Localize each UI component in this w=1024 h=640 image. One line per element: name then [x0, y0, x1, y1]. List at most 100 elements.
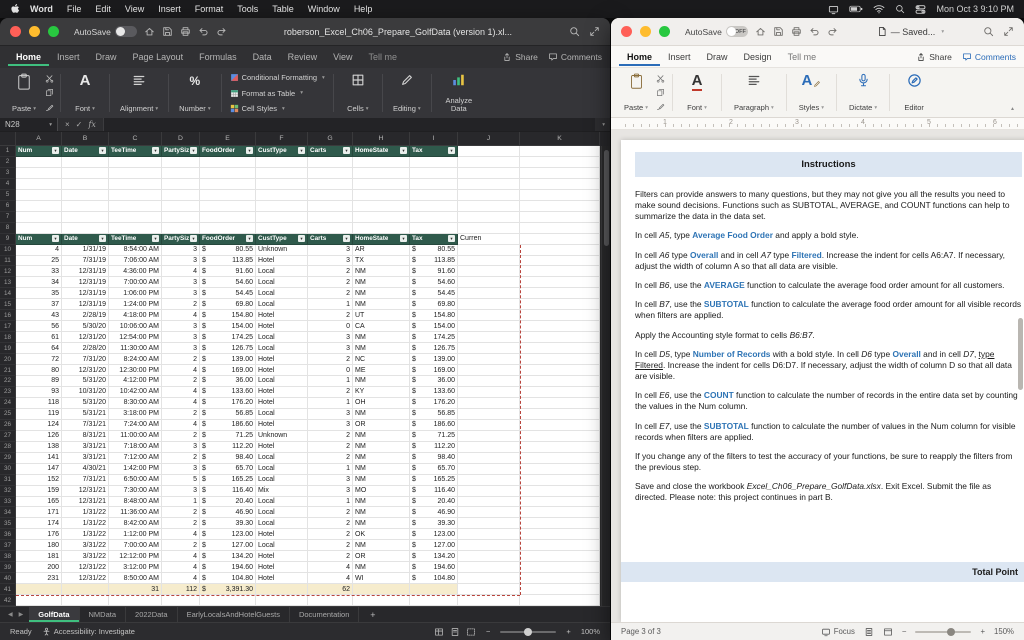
cell[interactable]: Hotel	[256, 310, 308, 322]
cell[interactable]: $169.00	[200, 365, 256, 377]
filter-icon[interactable]: ▾	[298, 147, 305, 155]
cell[interactable]	[410, 222, 458, 234]
cell[interactable]: $54.60	[410, 277, 458, 289]
cell[interactable]: Hotel	[256, 321, 308, 333]
table-header-carts[interactable]: Carts ▾	[308, 233, 353, 245]
filter-icon[interactable]: ▾	[152, 147, 159, 155]
cell[interactable]	[520, 200, 600, 212]
cell[interactable]: 7/31/20	[62, 354, 109, 366]
cell[interactable]	[62, 200, 109, 212]
cell[interactable]	[458, 474, 520, 486]
cell[interactable]: 4:12:00 PM	[109, 376, 162, 387]
cell[interactable]: $91.60	[410, 266, 458, 278]
cell[interactable]	[458, 376, 520, 387]
cell[interactable]	[520, 562, 600, 574]
cell[interactable]	[520, 288, 600, 300]
cell[interactable]: 4	[162, 386, 200, 398]
menu-item-view[interactable]: View	[118, 4, 151, 14]
cell[interactable]: 4	[308, 562, 353, 574]
enter-icon[interactable]: ✓	[76, 120, 83, 129]
cell[interactable]	[410, 211, 458, 223]
cell[interactable]: 3	[308, 255, 353, 267]
row-header-13[interactable]: 13	[0, 277, 16, 289]
cell[interactable]	[458, 288, 520, 300]
row-header-15[interactable]: 15	[0, 299, 16, 311]
menu-item-help[interactable]: Help	[347, 4, 380, 14]
word-tab-design[interactable]: Design	[736, 48, 780, 66]
zoom-window-button[interactable]	[659, 26, 670, 37]
cell[interactable]	[520, 441, 600, 453]
autosave-toggle[interactable]: AutoSave	[74, 26, 137, 37]
cell[interactable]: NM	[353, 540, 410, 552]
cell[interactable]: 3/31/21	[62, 452, 109, 464]
cell[interactable]	[109, 178, 162, 190]
formula-input[interactable]	[102, 118, 596, 131]
cell[interactable]: MO	[353, 485, 410, 497]
cell[interactable]	[353, 156, 410, 168]
cell[interactable]	[62, 595, 109, 606]
cell[interactable]: Hotel	[256, 573, 308, 585]
cell[interactable]: NM	[353, 332, 410, 344]
cell[interactable]: $112.20	[200, 441, 256, 453]
row-header-35[interactable]: 35	[0, 518, 16, 530]
cell[interactable]	[520, 386, 600, 398]
cell[interactable]	[410, 584, 458, 596]
cell[interactable]	[520, 321, 600, 333]
cell[interactable]: 12/31/20	[62, 365, 109, 377]
cell[interactable]: $126.75	[200, 343, 256, 355]
cell[interactable]: $36.00	[200, 376, 256, 387]
cell[interactable]: 2	[308, 277, 353, 289]
cell[interactable]: Hotel	[256, 397, 308, 409]
cell[interactable]	[520, 299, 600, 311]
row-header-21[interactable]: 21	[0, 365, 16, 377]
cell[interactable]: 3	[308, 408, 353, 420]
cell[interactable]	[458, 562, 520, 574]
cell[interactable]: 3	[308, 485, 353, 497]
cell[interactable]: 2	[308, 386, 353, 398]
cell[interactable]: NM	[353, 299, 410, 311]
cell[interactable]: 8:48:00 AM	[109, 496, 162, 508]
cell[interactable]	[410, 189, 458, 201]
cell[interactable]: Local	[256, 518, 308, 530]
col-header-b[interactable]: B	[62, 132, 109, 146]
cell[interactable]: 12/31/19	[62, 288, 109, 300]
cell[interactable]: 12/31/19	[62, 277, 109, 289]
cell[interactable]: 3	[162, 244, 200, 256]
select-all-corner[interactable]	[0, 132, 16, 146]
total-count[interactable]: 31	[109, 584, 162, 596]
menu-item-word[interactable]: Word	[23, 4, 60, 14]
sheet-tab-nmdata[interactable]: NMData	[80, 607, 127, 622]
row-header-41[interactable]: 41	[0, 584, 16, 596]
cell[interactable]: 1	[308, 397, 353, 409]
total-partysize[interactable]: 112	[162, 584, 200, 596]
cell[interactable]	[256, 200, 308, 212]
cell[interactable]: Local	[256, 332, 308, 344]
cell[interactable]: $39.30	[200, 518, 256, 530]
cut-icon[interactable]	[45, 74, 54, 83]
cell[interactable]	[458, 441, 520, 453]
cell[interactable]	[308, 200, 353, 212]
cell[interactable]: 4	[16, 244, 62, 256]
cell[interactable]: 2	[308, 266, 353, 278]
cell[interactable]: $65.70	[200, 463, 256, 475]
cell[interactable]	[162, 167, 200, 179]
cell[interactable]: 2	[308, 551, 353, 563]
undo-icon[interactable]	[809, 26, 820, 37]
cell[interactable]	[410, 178, 458, 190]
row-header-32[interactable]: 32	[0, 485, 16, 497]
cell[interactable]: OK	[353, 529, 410, 541]
cell[interactable]	[162, 595, 200, 606]
cell[interactable]: $80.55	[200, 244, 256, 256]
cell[interactable]: $104.80	[200, 573, 256, 585]
table-header-partysize[interactable]: PartySize▾	[162, 146, 200, 157]
cell[interactable]	[200, 189, 256, 201]
cell[interactable]: $80.55	[410, 244, 458, 256]
apple-menu-icon[interactable]	[10, 3, 21, 15]
cell[interactable]: Hotel	[256, 551, 308, 563]
cell[interactable]	[256, 211, 308, 223]
cell[interactable]: 4:18:00 PM	[109, 310, 162, 322]
editor-button[interactable]: Editor	[897, 71, 931, 114]
cell[interactable]	[520, 397, 600, 409]
share-button[interactable]: Share	[916, 52, 952, 62]
cell[interactable]	[520, 419, 600, 431]
